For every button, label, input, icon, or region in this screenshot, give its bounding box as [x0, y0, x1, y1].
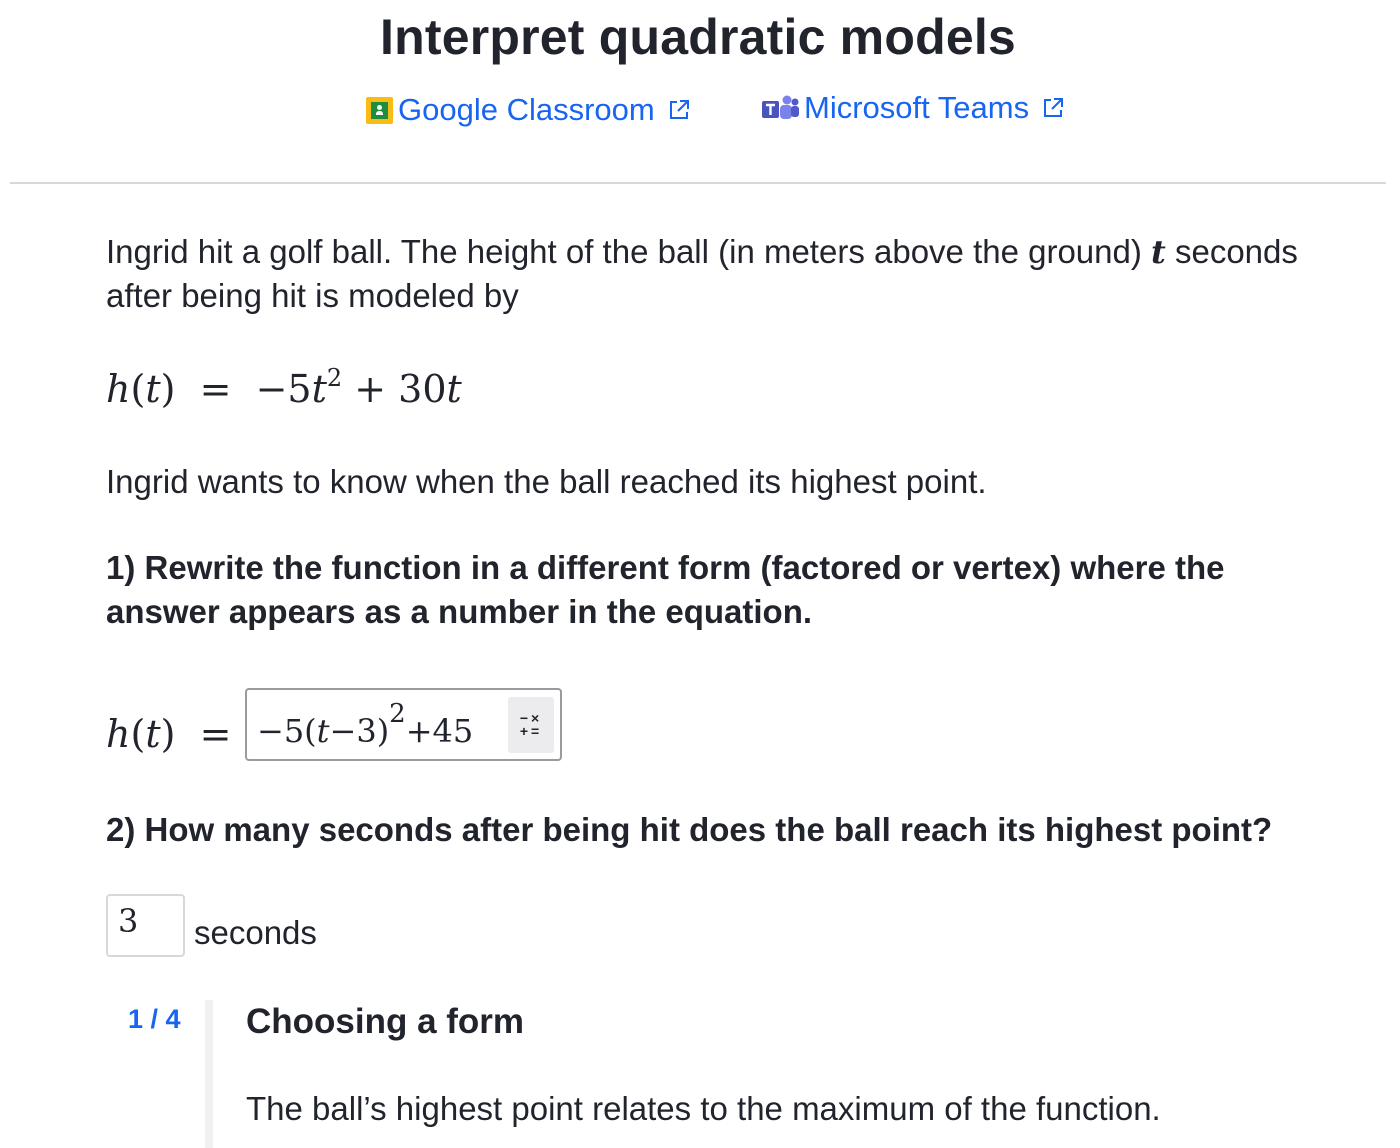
- external-link-icon: [1044, 98, 1064, 117]
- expr-part: −5(: [257, 712, 317, 750]
- problem-goal: Ingrid wants to know when the ball reach…: [106, 463, 987, 500]
- expr-exponent: 2: [389, 699, 406, 729]
- expr-part: −3): [329, 712, 390, 750]
- page: Interpret quadratic models Google Classr…: [0, 0, 1400, 1148]
- share-google-label: Google Classroom: [398, 92, 655, 127]
- share-google-classroom-link[interactable]: Google Classroom: [366, 92, 691, 128]
- hint-text: The ball’s highest point relates to the …: [246, 1090, 1161, 1127]
- eq-exponent: 2: [326, 364, 343, 392]
- hint-counter: 1 / 4: [128, 1004, 181, 1034]
- expr-variable: t: [316, 712, 330, 750]
- hint-sidebar-bar: [205, 1000, 213, 1148]
- google-classroom-icon: [366, 96, 393, 124]
- math-keypad-icon: −× +=: [519, 710, 543, 739]
- answer2-input[interactable]: 3: [106, 894, 185, 957]
- share-teams-label: Microsoft Teams: [804, 90, 1030, 125]
- eq-variable: t: [145, 367, 161, 411]
- model-equation: h(t) = −5t2 + 30t: [106, 364, 462, 411]
- external-link-icon: [669, 100, 689, 119]
- microsoft-teams-icon: [762, 95, 799, 119]
- eq-variable: t: [145, 712, 161, 756]
- share-microsoft-teams-link[interactable]: Microsoft Teams: [760, 90, 1065, 126]
- answer2-unit: seconds: [194, 914, 317, 951]
- answer1-lhs: h(t) =: [106, 712, 232, 756]
- hint-title: Choosing a form: [246, 1002, 525, 1041]
- intro-text: Ingrid hit a golf ball. The height of th…: [106, 233, 1152, 270]
- eq-variable: t: [311, 367, 327, 411]
- answer1-expression: −5(t−3)2+45: [257, 699, 473, 750]
- question-1: 1) Rewrite the function in a different f…: [106, 549, 1225, 630]
- eq-function-name: h: [106, 712, 131, 756]
- expr-part: +45: [405, 712, 474, 750]
- eq-function-name: h: [106, 367, 131, 411]
- eq-term: + 30: [342, 367, 447, 411]
- page-title: Interpret quadratic models: [380, 9, 1016, 65]
- math-keypad-button[interactable]: −× +=: [508, 697, 554, 753]
- problem-intro: Ingrid hit a golf ball. The height of th…: [106, 230, 1306, 318]
- eq-coefficient: −5: [255, 367, 312, 411]
- intro-variable: t: [1151, 233, 1166, 271]
- question-2: 2) How many seconds after being hit does…: [106, 811, 1273, 848]
- eq-variable: t: [446, 367, 462, 411]
- header-divider: [10, 182, 1386, 184]
- answer1-math-input[interactable]: −5(t−3)2+45 −× +=: [245, 688, 562, 761]
